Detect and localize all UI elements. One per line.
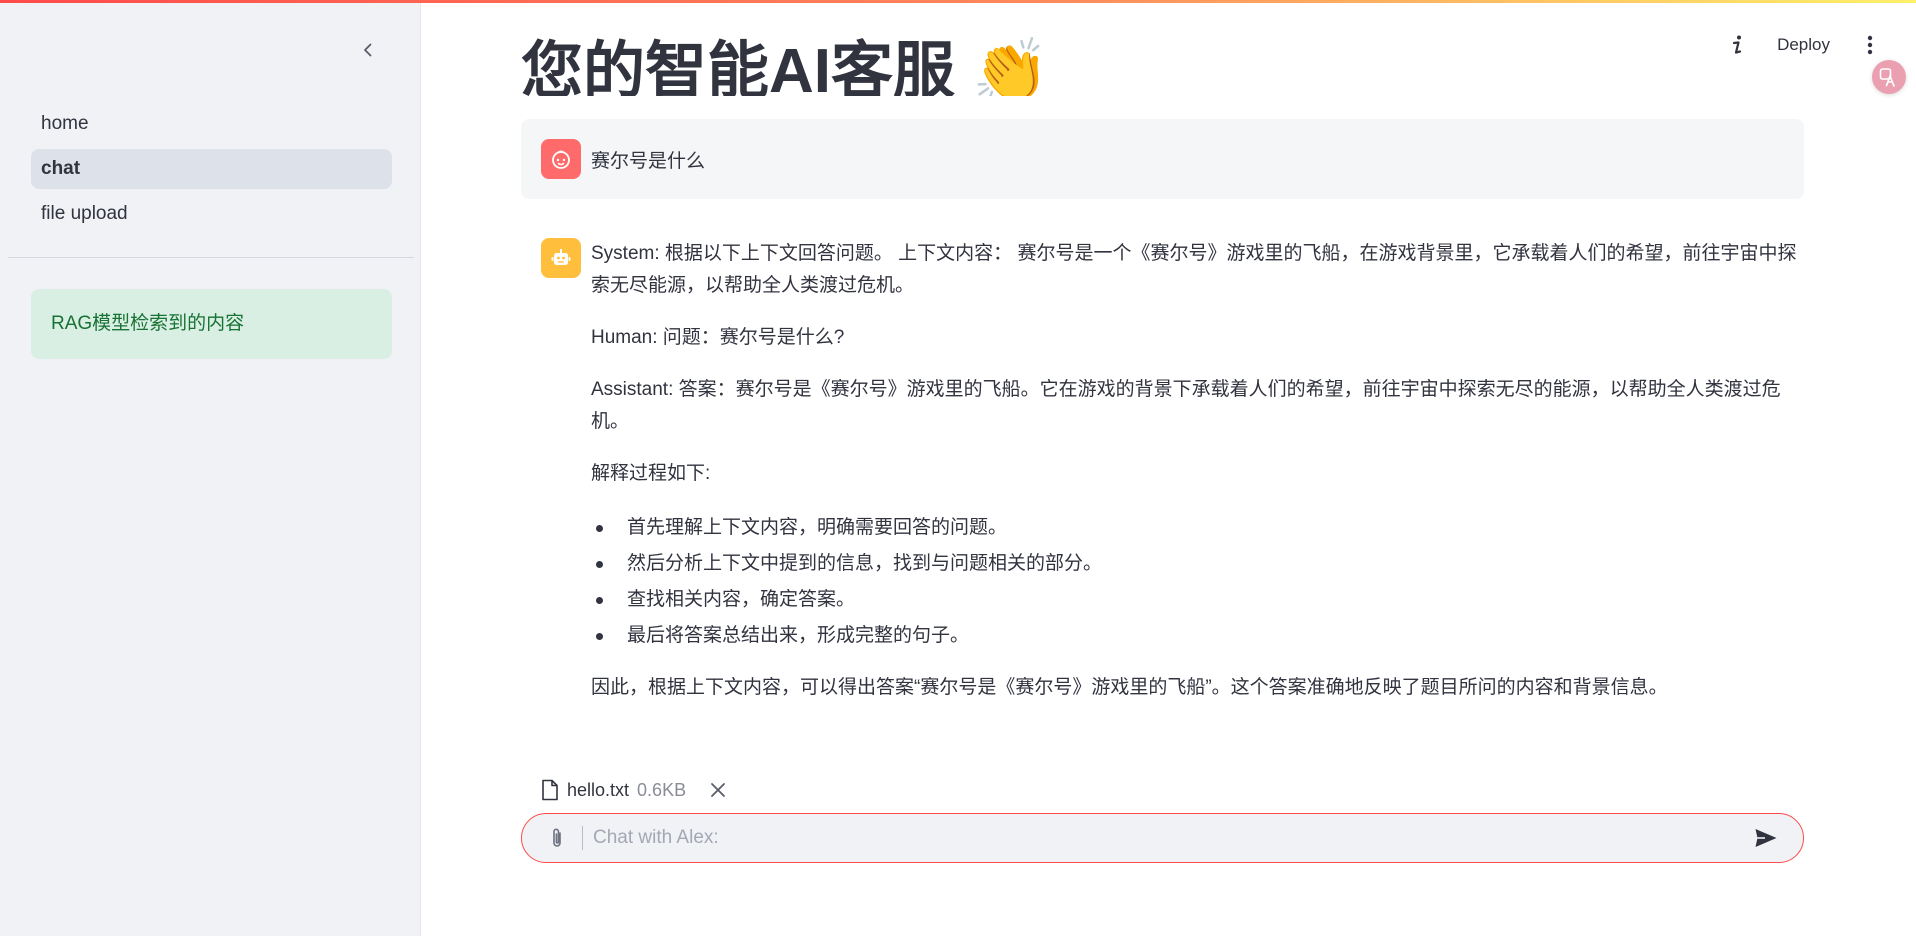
remove-file-button[interactable] <box>710 782 726 798</box>
title-area: 您的智能AI客服 👏 <box>521 0 1821 96</box>
more-vertical-icon <box>1867 35 1873 55</box>
list-item: 然后分析上下文中提到的信息，找到与问题相关的部分。 <box>591 546 1801 582</box>
translate-extension-button[interactable] <box>1872 60 1906 94</box>
rag-notice: RAG模型检索到的内容 <box>31 289 392 359</box>
assistant-paragraph-human: Human: 问题：赛尔号是什么? <box>591 327 845 348</box>
attach-file-button[interactable] <box>544 825 570 851</box>
chat-input-bar <box>521 813 1804 863</box>
paperclip-icon <box>553 828 561 847</box>
user-avatar <box>541 139 581 179</box>
user-face-icon <box>552 150 570 169</box>
main-menu-button[interactable] <box>1860 28 1880 62</box>
sidebar-item-home[interactable]: home <box>31 104 392 144</box>
assistant-paragraph-answer: Assistant: 答案：赛尔号是《赛尔号》游戏里的飞船。它在游戏的背景下承载… <box>591 379 1781 432</box>
info-button[interactable] <box>1727 28 1747 62</box>
sidebar-divider <box>8 257 414 258</box>
list-item: 最后将答案总结出来，形成完整的句子。 <box>591 618 1801 654</box>
send-icon <box>1755 829 1777 847</box>
attached-file-name: hello.txt <box>567 779 630 800</box>
assistant-paragraph-conclusion: 因此，根据上下文内容，可以得出答案“赛尔号是《赛尔号》游戏里的飞船”。这个答案准… <box>591 677 1668 698</box>
attached-file-chip: hello.txt 0.6KB <box>541 776 726 804</box>
assistant-paragraph-system: System: 根据以下上下文回答问题。 上下文内容： 赛尔号是一个《赛尔号》游… <box>591 243 1797 296</box>
collapse-sidebar-button[interactable] <box>356 38 380 62</box>
top-decoration-stripe <box>0 0 1916 3</box>
sidebar-nav: home chat file upload <box>31 104 392 239</box>
sidebar: home chat file upload RAG模型检索到的内容 <box>0 0 421 936</box>
file-icon <box>542 779 558 801</box>
user-message-text: 赛尔号是什么 <box>591 151 706 172</box>
input-separator <box>582 826 583 850</box>
chat-input[interactable] <box>593 815 1751 861</box>
page-title: 您的智能AI客服 👏 <box>521 37 1050 96</box>
robot-icon <box>551 249 571 265</box>
assistant-steps-list: 首先理解上下文内容，明确需要回答的问题。 然后分析上下文中提到的信息，找到与问题… <box>591 510 1801 654</box>
close-icon <box>711 783 725 797</box>
chevron-left-icon <box>364 43 372 57</box>
list-item: 查找相关内容，确定答案。 <box>591 582 1801 618</box>
send-button[interactable] <box>1751 823 1781 853</box>
assistant-avatar <box>541 238 581 278</box>
sidebar-item-file-upload[interactable]: file upload <box>31 194 392 234</box>
info-icon <box>1732 35 1742 54</box>
sidebar-item-chat[interactable]: chat <box>31 149 392 189</box>
user-message: 赛尔号是什么 <box>521 119 1804 199</box>
assistant-paragraph-explain: 解释过程如下: <box>591 463 711 484</box>
header-toolbar: Deploy <box>1727 28 1880 62</box>
assistant-message: System: 根据以下上下文回答问题。 上下文内容： 赛尔号是一个《赛尔号》游… <box>591 238 1801 724</box>
list-item: 首先理解上下文内容，明确需要回答的问题。 <box>591 510 1801 546</box>
translate-icon <box>1879 68 1895 87</box>
attached-file-size: 0.6KB <box>637 779 687 800</box>
deploy-button[interactable]: Deploy <box>1777 35 1830 55</box>
